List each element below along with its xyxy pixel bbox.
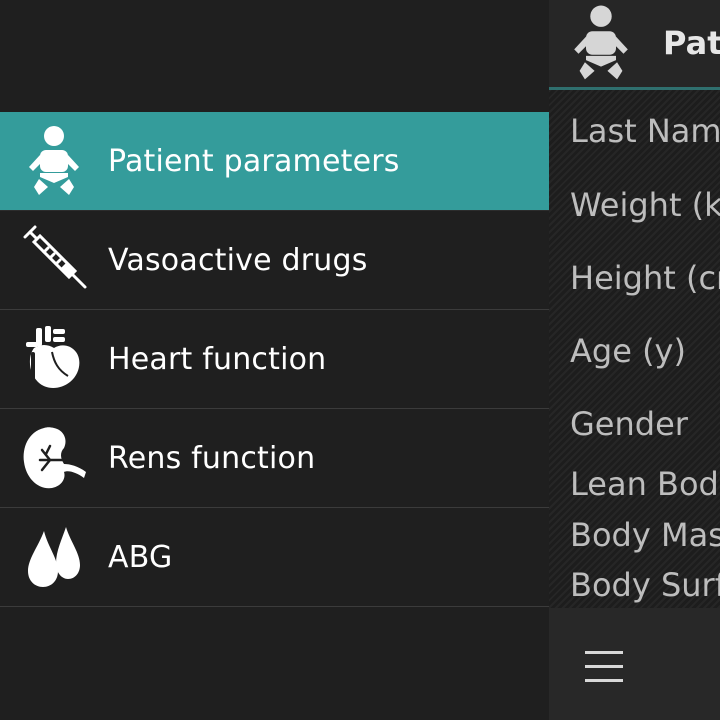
menu-item-label: Patient parameters — [108, 143, 400, 179]
body-mass-index-label: Body Mas — [570, 516, 720, 554]
body-surface-area-label: Body Surf — [570, 566, 720, 604]
menu-item-label: Heart function — [108, 341, 327, 377]
menu-icon[interactable] — [585, 651, 623, 683]
patient-parameters-panel: Pat Last Name Weight (k Height (cr Age (… — [549, 0, 720, 720]
gender-label: Gender — [570, 405, 688, 443]
menu-item-heart-function[interactable]: Heart function — [0, 310, 549, 409]
age-label: Age (y) — [570, 332, 686, 370]
weight-label: Weight (k — [570, 186, 720, 224]
last-name-label: Last Name — [570, 112, 720, 150]
menu-item-rens-function[interactable]: Rens function — [0, 409, 549, 508]
action-bar — [549, 608, 720, 720]
baby-icon — [571, 4, 631, 86]
menu-item-abg[interactable]: ABG — [0, 508, 549, 607]
heart-icon — [0, 310, 108, 408]
menu-item-label: Rens function — [108, 440, 316, 476]
menu-item-vasoactive-drugs[interactable]: Vasoactive drugs — [0, 211, 549, 310]
menu-item-patient-parameters[interactable]: Patient parameters — [0, 112, 549, 211]
syringe-icon — [0, 211, 108, 309]
menu-item-label: ABG — [108, 539, 173, 575]
lean-body-mass-label: Lean Body — [570, 465, 720, 503]
panel-title: Pat — [663, 24, 720, 62]
panel-header: Pat — [549, 0, 720, 87]
kidney-icon — [0, 409, 108, 507]
baby-icon — [0, 112, 108, 210]
menu-item-label: Vasoactive drugs — [108, 242, 368, 278]
blood-drops-icon — [0, 508, 108, 606]
drawer-menu: Patient parameters Vasoactive drugs Hear… — [0, 112, 549, 607]
height-label: Height (cr — [570, 259, 720, 297]
navigation-drawer: Patient parameters Vasoactive drugs Hear… — [0, 0, 549, 720]
drawer-header — [0, 0, 549, 112]
patient-form: Last Name Weight (k Height (cr Age (y) G… — [549, 90, 720, 608]
